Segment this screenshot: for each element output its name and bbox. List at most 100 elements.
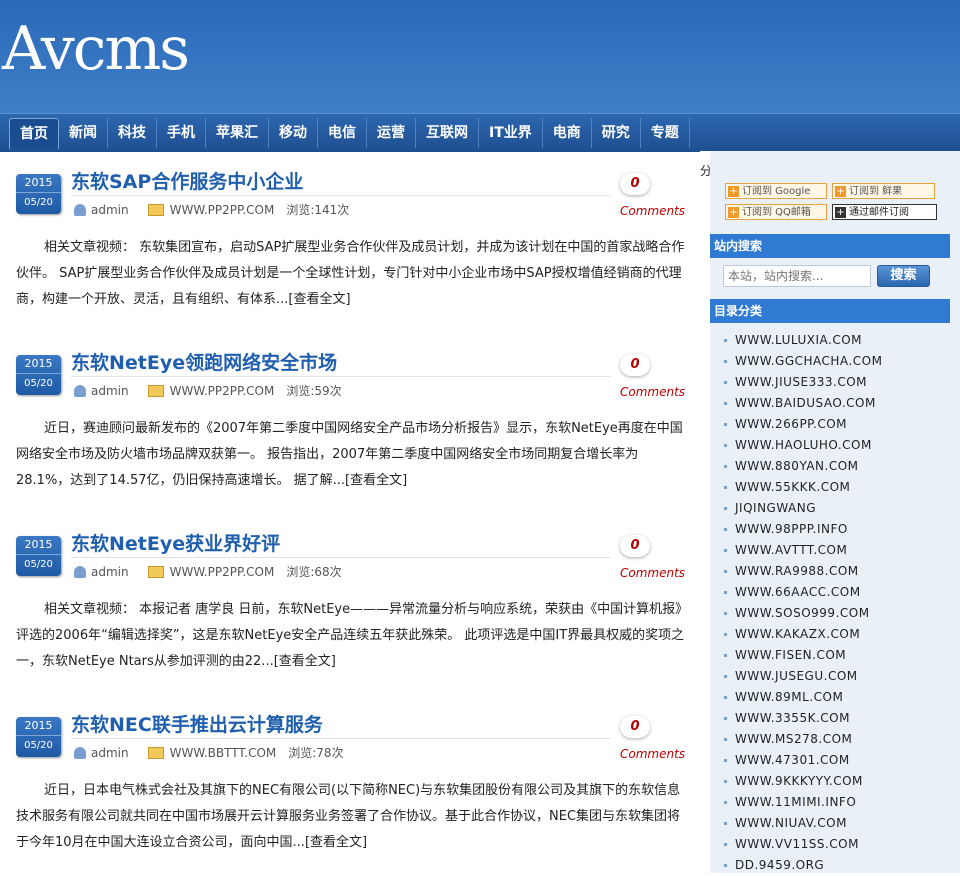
post-source[interactable]: WWW.PP2PP.COM xyxy=(170,202,275,218)
category-link[interactable]: WWW.AVTTT.COM xyxy=(724,540,882,561)
site-logo[interactable]: Avcms xyxy=(2,14,190,84)
post-title-link[interactable]: 东软NEC联手推出云计算服务 xyxy=(71,713,323,737)
post-excerpt: 近日，日本电气株式会社及其旗下的NEC有限公司(以下简称NEC)与东软集团股份有… xyxy=(16,778,690,856)
post-meta: admin WWW.PP2PP.COM 浏览:141次 xyxy=(74,202,349,218)
category-link[interactable]: WWW.BAIDUSAO.COM xyxy=(724,393,882,414)
category-link[interactable]: WWW.GGCHACHA.COM xyxy=(724,351,882,372)
comment-count-bubble[interactable]: 0 xyxy=(620,535,650,557)
subscribe-google-button[interactable]: 订阅到 Google xyxy=(725,183,827,199)
nav-item-apple[interactable]: 苹果汇 xyxy=(206,118,269,148)
category-link[interactable]: WWW.HAOLUHO.COM xyxy=(724,435,882,456)
search-input[interactable] xyxy=(723,265,871,287)
post-views: 浏览:78次 xyxy=(288,746,344,760)
nav-item-topics[interactable]: 专题 xyxy=(641,118,690,148)
category-link[interactable]: WWW.LULUXIA.COM xyxy=(724,330,882,351)
post-author[interactable]: admin xyxy=(91,383,129,399)
subscribe-xianguo-button[interactable]: 订阅到 鲜果 xyxy=(832,183,935,199)
category-section-title: 目录分类 xyxy=(710,299,950,323)
sidebar: 分享到： 订阅到 Google 订阅到 鲜果 订阅到 QQ邮箱 通过邮件订阅 站… xyxy=(700,151,960,873)
post-meta: admin WWW.PP2PP.COM 浏览:59次 xyxy=(74,383,342,399)
title-divider xyxy=(71,195,611,196)
post-list: 2015 05/20 东软SAP合作服务中小企业 admin WWW.PP2PP… xyxy=(0,151,700,873)
nav-item-home[interactable]: 首页 xyxy=(9,118,59,149)
category-link[interactable]: WWW.VV11SS.COM xyxy=(724,834,882,855)
subscribe-qqmail-button[interactable]: 订阅到 QQ邮箱 xyxy=(725,204,827,220)
nav-item-mobile-phone[interactable]: 手机 xyxy=(157,118,206,148)
post-excerpt: 相关文章视频： 本报记者 唐学良 日前，东软NetEye———异常流量分析与响应… xyxy=(16,597,690,675)
nav-item-telecom[interactable]: 电信 xyxy=(318,118,367,148)
category-link[interactable]: WWW.RA9988.COM xyxy=(724,561,882,582)
read-more-link[interactable]: [查看全文] xyxy=(274,654,336,669)
category-link[interactable]: WWW.47301.COM xyxy=(724,750,882,771)
post-meta: admin WWW.BBTTT.COM 浏览:78次 xyxy=(74,745,344,761)
search-section-title: 站内搜索 xyxy=(710,234,950,258)
category-link[interactable]: WWW.3355K.COM xyxy=(724,708,882,729)
category-list: WWW.LULUXIA.COM WWW.GGCHACHA.COM WWW.JIU… xyxy=(724,330,882,876)
category-link[interactable]: JIQINGWANG xyxy=(724,498,882,519)
comments-link[interactable]: Comments xyxy=(620,385,685,399)
nav-list: 首页 新闻 科技 手机 苹果汇 移动 电信 运营 互联网 IT业界 电商 研究 … xyxy=(9,118,690,149)
post-date-badge: 2015 05/20 xyxy=(16,355,61,395)
nav-item-research[interactable]: 研究 xyxy=(592,118,641,148)
category-link[interactable]: WWW.9KKKYYY.COM xyxy=(724,771,882,792)
comments-link[interactable]: Comments xyxy=(620,566,685,580)
category-link[interactable]: WWW.JUSEGU.COM xyxy=(724,666,882,687)
category-link[interactable]: WWW.KAKAZX.COM xyxy=(724,624,882,645)
subscribe-email-button[interactable]: 通过邮件订阅 xyxy=(832,204,937,220)
post-source[interactable]: WWW.PP2PP.COM xyxy=(170,383,275,399)
comments-link[interactable]: Comments xyxy=(620,204,685,218)
comment-count-bubble[interactable]: 0 xyxy=(620,354,650,376)
post-author[interactable]: admin xyxy=(91,745,129,761)
post-views: 浏览:141次 xyxy=(286,203,350,217)
post-source[interactable]: WWW.PP2PP.COM xyxy=(170,564,275,580)
category-link[interactable]: WWW.98PPP.INFO xyxy=(724,519,882,540)
post-month-day: 05/20 xyxy=(24,559,53,570)
nav-item-internet[interactable]: 互联网 xyxy=(416,118,479,148)
title-divider xyxy=(71,557,611,558)
category-link[interactable]: WWW.NIUAV.COM xyxy=(724,813,882,834)
folder-icon xyxy=(147,566,164,578)
nav-item-mobile[interactable]: 移动 xyxy=(269,118,318,148)
category-link[interactable]: WWW.SOSO999.COM xyxy=(724,603,882,624)
post-author[interactable]: admin xyxy=(91,564,129,580)
title-divider xyxy=(71,738,611,739)
search-button[interactable]: 搜索 xyxy=(877,265,930,287)
nav-item-operations[interactable]: 运营 xyxy=(367,118,416,148)
sidebar-panel: 订阅到 Google 订阅到 鲜果 订阅到 QQ邮箱 通过邮件订阅 站内搜索 搜… xyxy=(710,151,960,873)
folder-icon xyxy=(147,204,164,216)
main-nav: 首页 新闻 科技 手机 苹果汇 移动 电信 运营 互联网 IT业界 电商 研究 … xyxy=(0,113,960,152)
post-title-link[interactable]: 东软NetEye获业界好评 xyxy=(71,532,280,556)
folder-icon xyxy=(147,747,164,759)
category-link[interactable]: WWW.JIUSE333.COM xyxy=(724,372,882,393)
post-title-link[interactable]: 东软SAP合作服务中小企业 xyxy=(71,170,303,194)
category-link[interactable]: WWW.FISEN.COM xyxy=(724,645,882,666)
post-meta: admin WWW.PP2PP.COM 浏览:68次 xyxy=(74,564,342,580)
read-more-link[interactable]: [查看全文] xyxy=(305,835,367,850)
user-icon xyxy=(74,204,86,216)
nav-item-it-industry[interactable]: IT业界 xyxy=(479,118,543,148)
post-title-link[interactable]: 东软NetEye领跑网络安全市场 xyxy=(71,351,337,375)
category-link[interactable]: WWW.11MIMI.INFO xyxy=(724,792,882,813)
post-views: 浏览:59次 xyxy=(286,384,342,398)
category-link[interactable]: WWW.266PP.COM xyxy=(724,414,882,435)
comments-link[interactable]: Comments xyxy=(620,747,685,761)
category-link[interactable]: WWW.66AACC.COM xyxy=(724,582,882,603)
post-source[interactable]: WWW.BBTTT.COM xyxy=(170,745,277,761)
nav-item-ecommerce[interactable]: 电商 xyxy=(543,118,592,148)
category-link[interactable]: WWW.55KKK.COM xyxy=(724,477,882,498)
nav-item-news[interactable]: 新闻 xyxy=(59,118,108,148)
post-year: 2015 xyxy=(16,536,61,555)
post-views: 浏览:68次 xyxy=(286,565,342,579)
category-link[interactable]: WWW.MS278.COM xyxy=(724,729,882,750)
post-date-badge: 2015 05/20 xyxy=(16,174,61,214)
read-more-link[interactable]: [查看全文] xyxy=(288,292,350,307)
category-link[interactable]: WWW.880YAN.COM xyxy=(724,456,882,477)
nav-item-tech[interactable]: 科技 xyxy=(108,118,157,148)
category-link[interactable]: WWW.89ML.COM xyxy=(724,687,882,708)
post-author[interactable]: admin xyxy=(91,202,129,218)
comment-count-bubble[interactable]: 0 xyxy=(620,716,650,738)
read-more-link[interactable]: [查看全文] xyxy=(345,473,407,488)
comment-count-bubble[interactable]: 0 xyxy=(620,173,650,195)
post-month-day: 05/20 xyxy=(24,197,53,208)
post-month-day: 05/20 xyxy=(24,740,53,751)
